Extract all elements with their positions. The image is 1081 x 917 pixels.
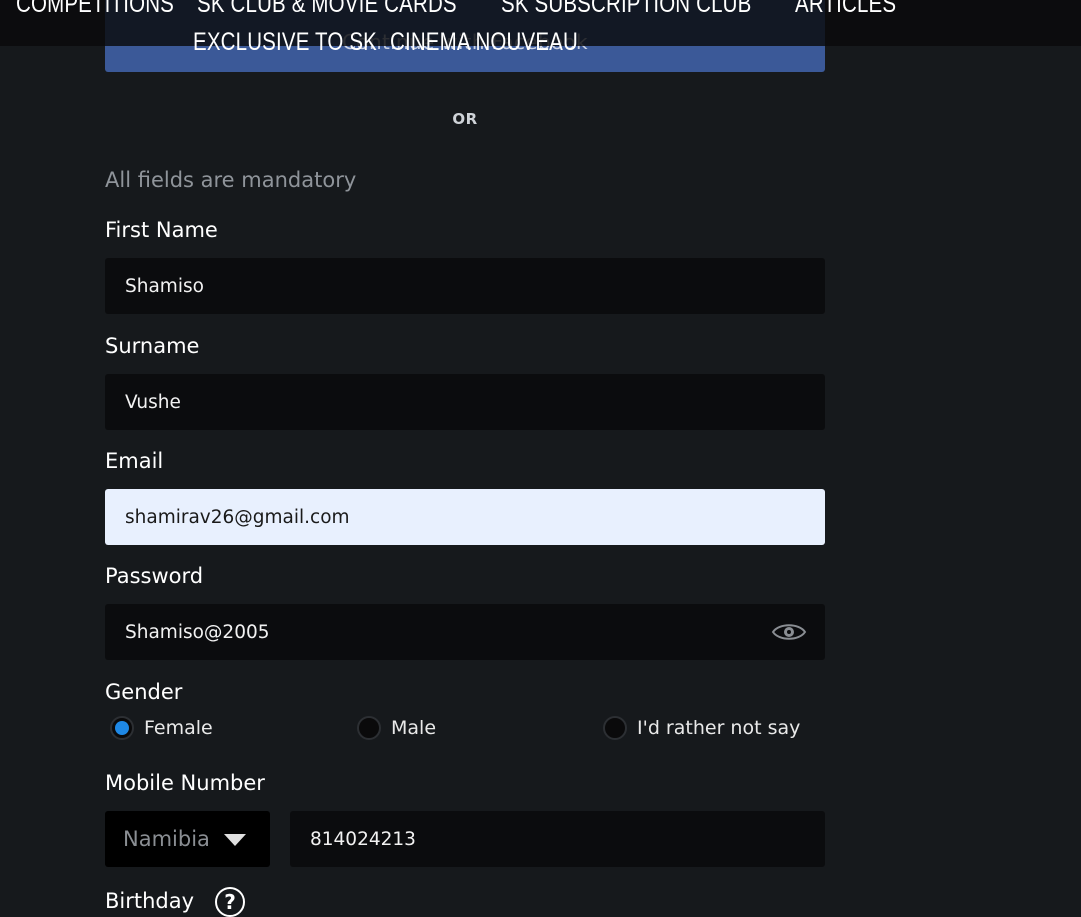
nav-row-secondary: EXCLUSIVE TO SK CINEMA NOUVEAU <box>193 28 588 57</box>
first-name-label: First Name <box>105 218 218 242</box>
gender-option-female[interactable]: Female <box>110 716 213 740</box>
gender-unspecified-label: I'd rather not say <box>637 717 801 739</box>
chevron-down-icon <box>224 834 246 846</box>
gender-female-label: Female <box>144 717 213 739</box>
nav-item-subscription-club[interactable]: SK SUBSCRIPTION CLUB <box>501 0 751 19</box>
nav-item-sk-club[interactable]: SK CLUB & MOVIE CARDS <box>197 0 457 19</box>
surname-label: Surname <box>105 334 200 358</box>
password-field[interactable]: Shamiso@2005 <box>105 604 825 660</box>
nav-item-exclusive[interactable]: EXCLUSIVE TO SK <box>193 28 377 57</box>
gender-male-label: Male <box>391 717 437 739</box>
password-label: Password <box>105 564 204 588</box>
birthday-label: Birthday <box>105 889 195 913</box>
gender-option-unspecified[interactable]: I'd rather not say <box>603 716 800 740</box>
first-name-value: Shamiso <box>125 275 204 297</box>
mobile-number-field[interactable]: 814024213 <box>290 811 825 867</box>
nav-item-articles[interactable]: ARTICLES <box>795 0 896 19</box>
country-value: Namibia <box>123 827 210 851</box>
first-name-field[interactable]: Shamiso <box>105 258 825 314</box>
mandatory-note: All fields are mandatory <box>105 168 357 192</box>
eye-icon[interactable] <box>771 621 807 643</box>
email-field[interactable]: shamirav26@gmail.com <box>105 489 825 545</box>
help-icon[interactable]: ? <box>215 887 245 917</box>
surname-field[interactable]: Vushe <box>105 374 825 430</box>
nav-row-primary: COMPETITIONS SK CLUB & MOVIE CARDS SK SU… <box>16 0 896 19</box>
or-divider: OR <box>452 110 478 128</box>
gender-option-male[interactable]: Male <box>357 716 436 740</box>
password-value: Shamiso@2005 <box>125 621 270 643</box>
email-label: Email <box>105 449 164 473</box>
radio-unspecified[interactable] <box>603 716 627 740</box>
mobile-label: Mobile Number <box>105 771 265 795</box>
radio-female[interactable] <box>110 716 134 740</box>
nav-item-competitions[interactable]: COMPETITIONS <box>16 0 174 19</box>
country-select[interactable]: Namibia <box>105 811 270 867</box>
top-navigation: COMPETITIONS SK CLUB & MOVIE CARDS SK SU… <box>0 0 1081 56</box>
email-value: shamirav26@gmail.com <box>125 506 350 528</box>
radio-male[interactable] <box>357 716 381 740</box>
nav-item-cinema-nouveau[interactable]: CINEMA NOUVEAU <box>390 28 578 57</box>
gender-label: Gender <box>105 680 183 704</box>
surname-value: Vushe <box>125 391 181 413</box>
mobile-number-value: 814024213 <box>310 828 416 850</box>
